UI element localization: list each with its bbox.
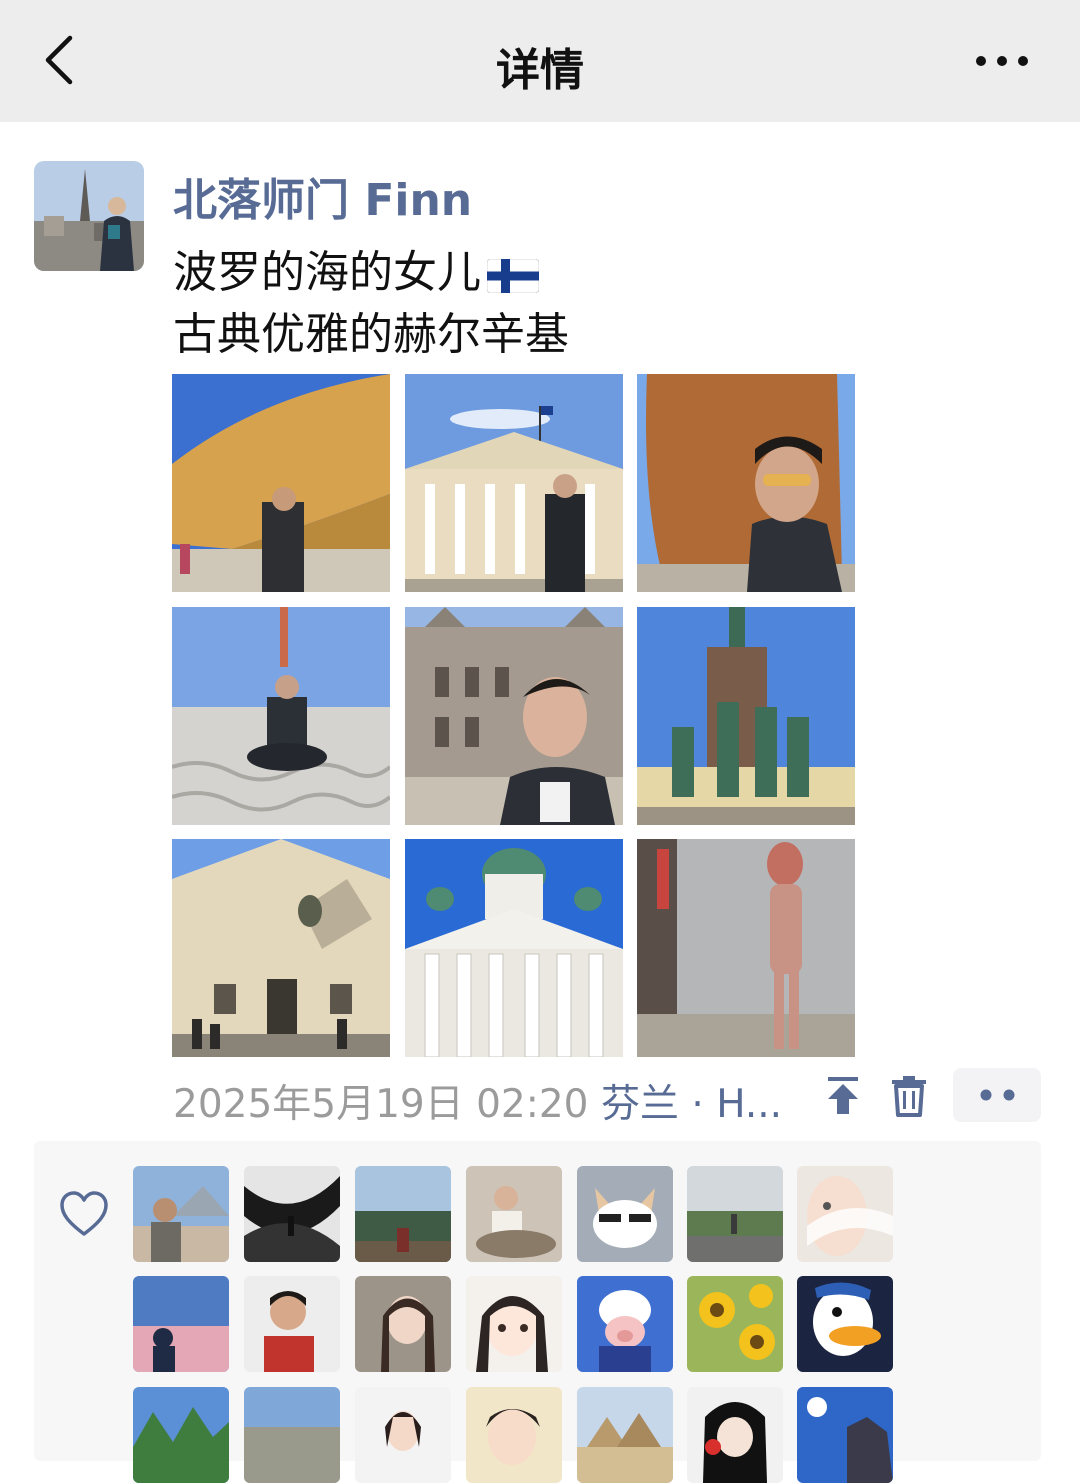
photo-1[interactable] <box>172 374 390 592</box>
liker-avatar[interactable] <box>133 1276 229 1372</box>
pin-to-top-button[interactable] <box>822 1074 864 1118</box>
back-button[interactable] <box>30 30 90 90</box>
avatar-photo <box>34 161 144 271</box>
ellipsis-icon <box>976 56 1028 66</box>
photo-grid <box>172 374 856 1058</box>
liker-avatar[interactable] <box>797 1276 893 1372</box>
liker-avatar[interactable] <box>466 1166 562 1262</box>
liker-avatar[interactable] <box>577 1166 673 1262</box>
pin-top-icon <box>828 1077 858 1114</box>
post-location[interactable]: 芬兰 · H... <box>601 1073 782 1129</box>
liker-avatar[interactable] <box>797 1166 893 1262</box>
page-title: 详情 <box>496 45 584 96</box>
photo-5[interactable] <box>405 607 623 825</box>
liker-avatar[interactable] <box>355 1166 451 1262</box>
photo-6[interactable] <box>637 607 855 825</box>
more-options-button[interactable] <box>966 38 1038 84</box>
post-text-line-2: 古典优雅的赫尔辛基 <box>173 309 569 360</box>
liker-avatar[interactable] <box>577 1276 673 1372</box>
navigation-bar: 详情 <box>0 0 1080 122</box>
photo-9[interactable] <box>637 839 855 1057</box>
post-text-1: 波罗的海的女儿 <box>173 247 481 298</box>
photo-7[interactable] <box>172 839 390 1057</box>
liker-avatar[interactable] <box>244 1166 340 1262</box>
liker-avatar[interactable] <box>466 1387 562 1483</box>
liker-avatar[interactable] <box>133 1166 229 1262</box>
liker-avatar[interactable] <box>687 1276 783 1372</box>
liker-avatar[interactable] <box>577 1387 673 1483</box>
liker-avatar[interactable] <box>244 1276 340 1372</box>
author-name[interactable]: 北落师门 Finn <box>173 164 472 228</box>
delete-post-button[interactable] <box>888 1074 930 1118</box>
liker-avatar[interactable] <box>687 1166 783 1262</box>
post-text-line-1: 波罗的海的女儿 <box>173 236 540 304</box>
post-timestamp: 2025年5月19日 02:20 <box>173 1082 589 1127</box>
liker-avatar[interactable] <box>244 1387 340 1483</box>
author-avatar[interactable] <box>34 161 144 271</box>
like-comment-button[interactable] <box>953 1068 1041 1122</box>
heart-outline-icon <box>60 1191 108 1236</box>
liker-avatar[interactable] <box>355 1387 451 1483</box>
chevron-left-icon <box>45 35 73 85</box>
liker-avatar[interactable] <box>687 1387 783 1483</box>
finland-flag-icon <box>486 253 540 304</box>
liker-avatar[interactable] <box>466 1276 562 1372</box>
photo-2[interactable] <box>405 374 623 592</box>
photo-3[interactable] <box>637 374 855 592</box>
photo-8[interactable] <box>405 839 623 1057</box>
two-dots-icon <box>980 1089 1015 1101</box>
liker-avatar[interactable] <box>797 1387 893 1483</box>
liker-avatar[interactable] <box>133 1387 229 1483</box>
photo-4[interactable] <box>172 607 390 825</box>
liker-avatar[interactable] <box>355 1276 451 1372</box>
trash-icon <box>892 1076 926 1117</box>
